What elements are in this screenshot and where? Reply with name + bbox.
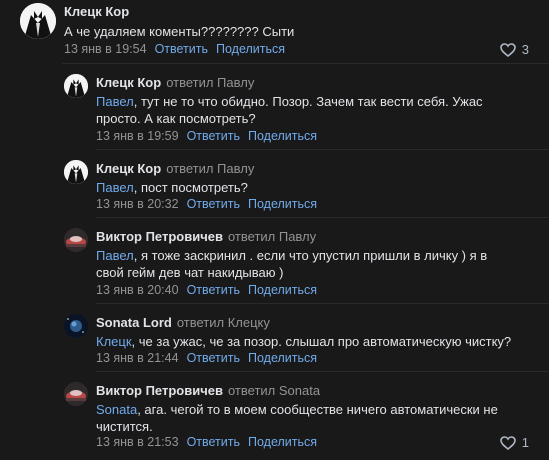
- reply-button[interactable]: Ответить: [187, 435, 240, 449]
- replied-to[interactable]: ответил Павлу: [166, 161, 254, 176]
- comment-meta: 13 янв в 20:32 Ответить Поделиться: [96, 197, 317, 211]
- comment-author[interactable]: Клецк Кор ответил Павлу: [96, 75, 254, 90]
- comment-text: Павел, пост посмотреть?: [96, 180, 248, 195]
- like-button[interactable]: 1: [499, 435, 529, 450]
- share-button[interactable]: Поделиться: [248, 197, 317, 211]
- heart-icon: [499, 42, 516, 57]
- share-button[interactable]: Поделиться: [216, 42, 285, 56]
- car-avatar-icon: [64, 382, 88, 406]
- comment-text: Sonata, ага. чегой то в моем сообществе …: [96, 402, 498, 434]
- comment-meta: 13 янв в 19:54 Ответить Поделиться: [64, 42, 285, 56]
- replied-to[interactable]: ответил Павлу: [228, 229, 316, 244]
- comment-date[interactable]: 13 янв в 20:32: [96, 197, 179, 211]
- avatar[interactable]: [64, 74, 88, 98]
- comment-meta: 13 янв в 21:53 Ответить Поделиться: [96, 435, 317, 449]
- comment-reply: Виктор Петровичев ответил Sonata Sonata, …: [0, 372, 549, 460]
- comment-meta: 13 янв в 20:40 Ответить Поделиться: [96, 283, 317, 297]
- comment-thread: Клецк Кор А че удаляем коменты???????? С…: [0, 0, 549, 460]
- like-button[interactable]: 3: [499, 42, 529, 57]
- comment-author[interactable]: Клецк Кор ответил Павлу: [96, 161, 254, 176]
- avatar[interactable]: [64, 382, 88, 406]
- replied-to[interactable]: ответил Павлу: [166, 75, 254, 90]
- avatar[interactable]: [64, 314, 88, 338]
- space-avatar-icon: [64, 314, 88, 338]
- comment-reply: Sonata Lord ответил Клецку Клецк, че за у…: [0, 304, 549, 370]
- tuxedo-avatar-icon: [64, 74, 88, 98]
- replied-to[interactable]: ответил Sonata: [228, 383, 320, 398]
- mention-link[interactable]: Павел: [96, 180, 134, 195]
- comment-author[interactable]: Виктор Петровичев ответил Sonata: [96, 383, 320, 398]
- like-count: 1: [521, 435, 529, 450]
- comment-meta: 13 янв в 21:44 Ответить Поделиться: [96, 351, 317, 365]
- car-avatar-icon: [64, 228, 88, 252]
- mention-link[interactable]: Павел: [96, 94, 134, 109]
- comment-date[interactable]: 13 янв в 19:54: [64, 42, 147, 56]
- comment-meta: 13 янв в 19:59 Ответить Поделиться: [96, 129, 317, 143]
- comment-date[interactable]: 13 янв в 20:40: [96, 283, 179, 297]
- like-count: 3: [521, 42, 529, 57]
- comment-text: Павел, тут не то что обидно. Позор. Заче…: [96, 94, 483, 126]
- replied-to[interactable]: ответил Клецку: [177, 315, 270, 330]
- comment-date[interactable]: 13 янв в 21:44: [96, 351, 179, 365]
- avatar[interactable]: [20, 3, 56, 39]
- share-button[interactable]: Поделиться: [248, 351, 317, 365]
- reply-button[interactable]: Ответить: [155, 42, 208, 56]
- avatar[interactable]: [64, 160, 88, 184]
- share-button[interactable]: Поделиться: [248, 283, 317, 297]
- mention-link[interactable]: Sonata: [96, 402, 137, 417]
- heart-icon: [499, 435, 516, 450]
- comment-reply: Виктор Петровичев ответил Павлу Павел, я …: [0, 218, 549, 302]
- comment-text: Клецк, че за ужас, че за позор. слышал п…: [96, 334, 512, 349]
- avatar[interactable]: [64, 228, 88, 252]
- comment-author[interactable]: Sonata Lord ответил Клецку: [96, 315, 270, 330]
- comment: Клецк Кор А че удаляем коменты???????? С…: [0, 0, 549, 62]
- mention-link[interactable]: Павел: [96, 248, 134, 263]
- reply-button[interactable]: Ответить: [187, 283, 240, 297]
- tuxedo-avatar-icon: [64, 160, 88, 184]
- comment-author[interactable]: Клецк Кор: [64, 4, 129, 19]
- comment-date[interactable]: 13 янв в 21:53: [96, 435, 179, 449]
- comment-reply: Клецк Кор ответил Павлу Павел, пост посмо…: [0, 150, 549, 216]
- comment-text: А че удаляем коменты???????? Сыти: [64, 24, 295, 39]
- comment-author[interactable]: Виктор Петровичев ответил Павлу: [96, 229, 316, 244]
- reply-button[interactable]: Ответить: [187, 197, 240, 211]
- reply-button[interactable]: Ответить: [187, 351, 240, 365]
- share-button[interactable]: Поделиться: [248, 435, 317, 449]
- mention-link[interactable]: Клецк: [96, 334, 132, 349]
- comment-text: Павел, я тоже заскринил . если что упуст…: [96, 248, 488, 280]
- share-button[interactable]: Поделиться: [248, 129, 317, 143]
- comment-reply: Клецк Кор ответил Павлу Павел, тут не то …: [0, 64, 549, 148]
- reply-button[interactable]: Ответить: [187, 129, 240, 143]
- tuxedo-avatar-icon: [20, 3, 56, 39]
- comment-date[interactable]: 13 янв в 19:59: [96, 129, 179, 143]
